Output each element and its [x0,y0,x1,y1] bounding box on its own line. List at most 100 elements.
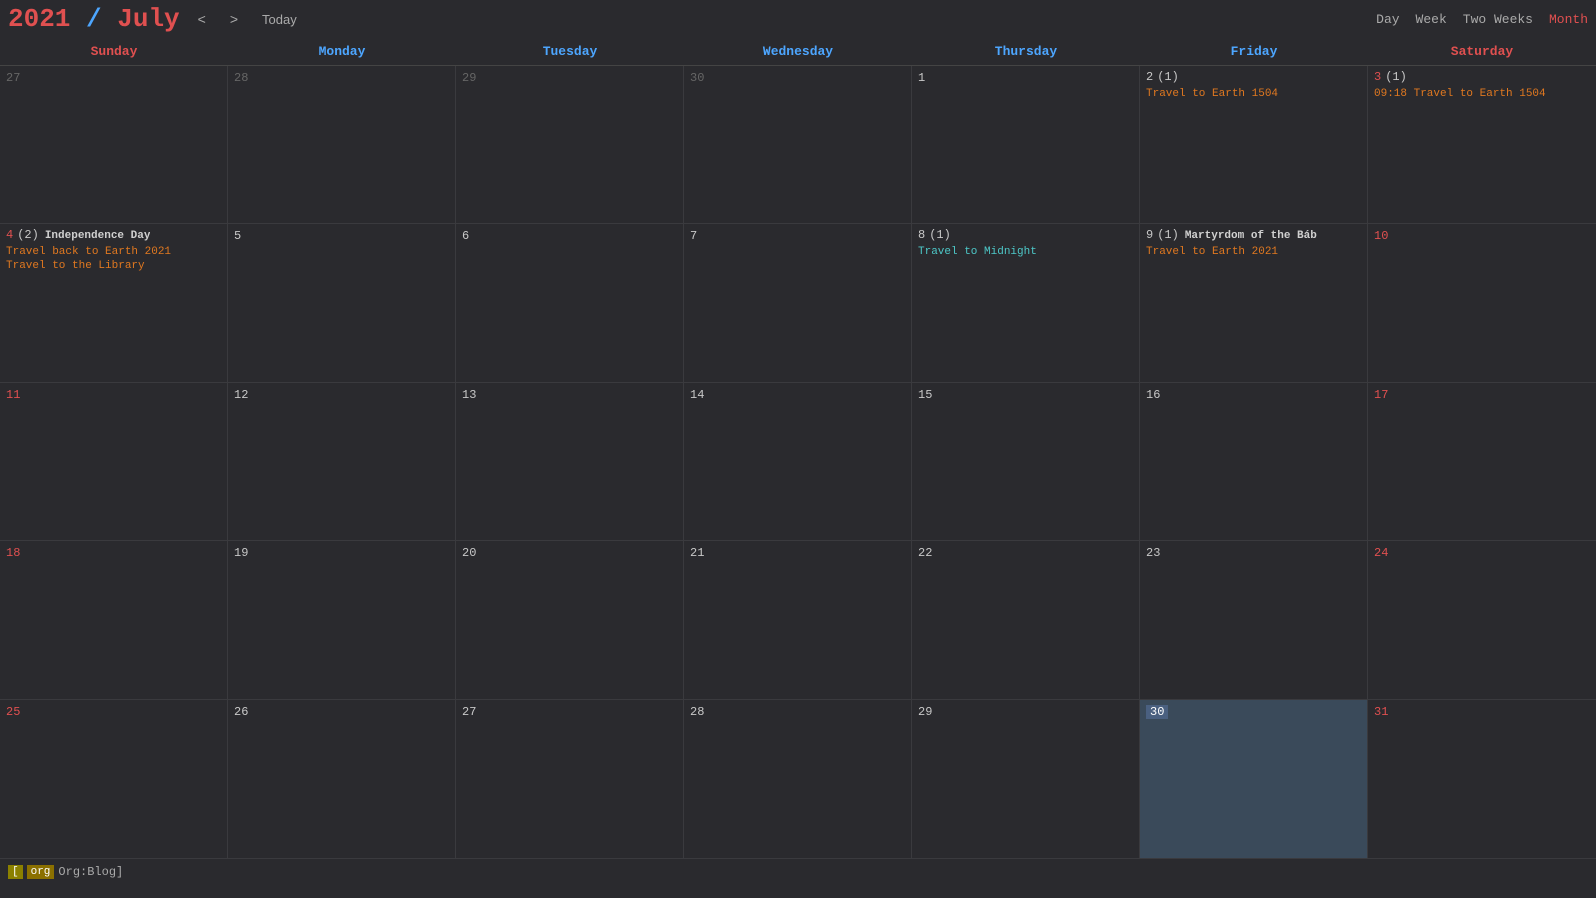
event-travel-earth-2021[interactable]: Travel to Earth 2021 [1146,246,1361,258]
day-number: 18 [6,546,20,560]
event-travel-back-earth[interactable]: Travel back to Earth 2021 [6,246,221,258]
footer-text: Org:Blog] [58,865,123,879]
day-3[interactable]: 3 (1) 09:18 Travel to Earth 1504 [1368,66,1596,223]
day-1[interactable]: 1 [912,66,1140,223]
view-day[interactable]: Day [1376,12,1399,27]
event-independence-day[interactable]: Independence Day [45,230,151,242]
header-tuesday: Tuesday [456,38,684,65]
day-8[interactable]: 8 (1) Travel to Midnight [912,224,1140,381]
event-travel-midnight[interactable]: Travel to Midnight [918,246,1133,258]
day-14[interactable]: 14 [684,383,912,540]
today-button[interactable]: Today [256,10,303,29]
view-month[interactable]: Month [1549,12,1588,27]
day-headers-row: Sunday Monday Tuesday Wednesday Thursday… [0,38,1596,66]
week-row-4: 18 19 20 21 22 23 24 [0,541,1596,699]
view-switcher: Day Week Two Weeks Month [1376,12,1588,27]
header-monday: Monday [228,38,456,65]
view-two-weeks[interactable]: Two Weeks [1463,12,1533,27]
day-24[interactable]: 24 [1368,541,1596,698]
day-number: 4 [6,228,13,242]
day-number: 20 [462,546,476,560]
day-27b[interactable]: 27 [456,700,684,858]
day-25[interactable]: 25 [0,700,228,858]
day-number: 15 [918,388,932,402]
event-travel-library[interactable]: Travel to the Library [6,260,221,272]
day-28b[interactable]: 28 [684,700,912,858]
day-29b[interactable]: 29 [912,700,1140,858]
week-row-1: 27 28 29 30 1 2 (1) Travel to Earth 1504… [0,66,1596,224]
day-jun-28[interactable]: 28 [228,66,456,223]
day-2[interactable]: 2 (1) Travel to Earth 1504 [1140,66,1368,223]
day-number: 14 [690,388,704,402]
title-year: 2021 [8,4,70,34]
header-wednesday: Wednesday [684,38,912,65]
week-row-3: 11 12 13 14 15 16 17 [0,383,1596,541]
day-number: 23 [1146,546,1160,560]
day-number: 25 [6,705,20,719]
day-number: 27 [6,71,20,85]
event-travel-earth-1504-fri[interactable]: Travel to Earth 1504 [1146,88,1361,100]
day-number: 26 [234,705,248,719]
day-number: 31 [1374,705,1388,719]
day-number: 6 [462,229,469,243]
day-19[interactable]: 19 [228,541,456,698]
day-12[interactable]: 12 [228,383,456,540]
header-sunday: Sunday [0,38,228,65]
day-18[interactable]: 18 [0,541,228,698]
day-13[interactable]: 13 [456,383,684,540]
day-11[interactable]: 11 [0,383,228,540]
day-jun-30[interactable]: 30 [684,66,912,223]
footer-org-tag: org [27,865,55,879]
day-26[interactable]: 26 [228,700,456,858]
day-15[interactable]: 15 [912,383,1140,540]
calendar-grid: 27 28 29 30 1 2 (1) Travel to Earth 1504… [0,66,1596,858]
footer-tag: [ [8,865,23,879]
day-jun-29[interactable]: 29 [456,66,684,223]
day-number: 8 [918,228,925,242]
day-jun-27[interactable]: 27 [0,66,228,223]
day-31[interactable]: 31 [1368,700,1596,858]
event-martyrdom-bab[interactable]: Martyrdom of the Báb [1185,230,1317,242]
week-row-2: 4 (2) Independence Day Travel back to Ea… [0,224,1596,382]
day-number: 21 [690,546,704,560]
next-button[interactable]: > [224,9,244,29]
day-number: 30 [690,71,704,85]
day-number: 11 [6,388,20,402]
header-saturday: Saturday [1368,38,1596,65]
day-20[interactable]: 20 [456,541,684,698]
day-number: 2 [1146,70,1153,84]
day-number: 29 [918,705,932,719]
event-count: (1) [1157,228,1179,242]
day-number: 29 [462,71,476,85]
day-4[interactable]: 4 (2) Independence Day Travel back to Ea… [0,224,228,381]
day-number: 16 [1146,388,1160,402]
event-count: (1) [1385,70,1407,84]
calendar-header: 2021 / July < > Today Day Week Two Weeks… [0,0,1596,38]
day-30[interactable]: 30 [1140,700,1368,858]
day-number: 12 [234,388,248,402]
day-22[interactable]: 22 [912,541,1140,698]
day-number: 7 [690,229,697,243]
day-21[interactable]: 21 [684,541,912,698]
day-number: 28 [234,71,248,85]
day-7[interactable]: 7 [684,224,912,381]
header-friday: Friday [1140,38,1368,65]
header-thursday: Thursday [912,38,1140,65]
day-10[interactable]: 10 [1368,224,1596,381]
day-16[interactable]: 16 [1140,383,1368,540]
day-number: 5 [234,229,241,243]
day-number: 3 [1374,70,1381,84]
day-5[interactable]: 5 [228,224,456,381]
event-travel-earth-1504-sat[interactable]: 09:18 Travel to Earth 1504 [1374,88,1590,100]
day-6[interactable]: 6 [456,224,684,381]
title-month: July [117,4,179,34]
view-week[interactable]: Week [1416,12,1447,27]
day-9[interactable]: 9 (1) Martyrdom of the Báb Travel to Ear… [1140,224,1368,381]
day-number: 13 [462,388,476,402]
title-separator: / [86,4,117,34]
day-23[interactable]: 23 [1140,541,1368,698]
day-number: 24 [1374,546,1388,560]
prev-button[interactable]: < [192,9,212,29]
day-number: 10 [1374,229,1388,243]
day-17[interactable]: 17 [1368,383,1596,540]
